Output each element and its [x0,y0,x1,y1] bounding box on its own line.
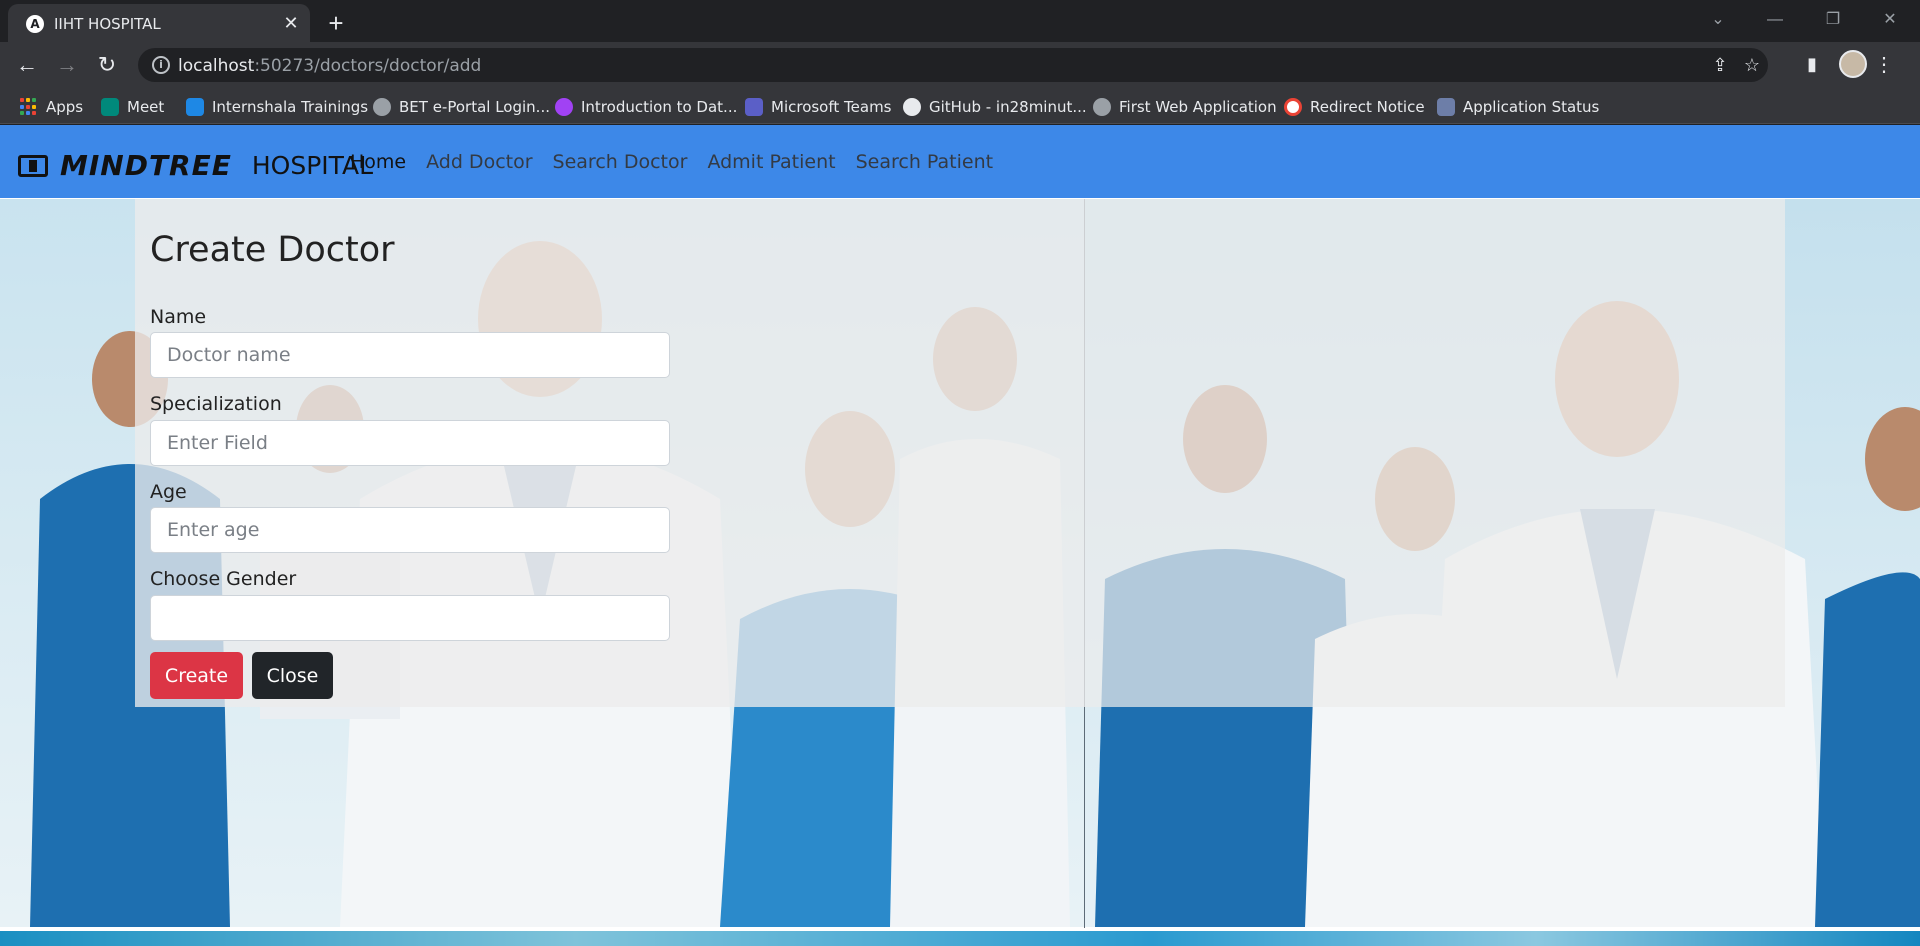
site-navbar: MINDTREE HOSPITAL Home Add Doctor Search… [0,125,1920,198]
browser-tabstrip: A IIHT HOSPITAL ✕ + ⌄ — ❐ ✕ [0,0,1920,42]
mindtree-logo-icon [18,154,48,177]
address-url[interactable]: localhost:50273/doctors/doctor/add [178,56,481,76]
bookmark-meet[interactable]: Meet [101,96,164,118]
brand-logo[interactable]: MINDTREE HOSPITAL [18,149,373,182]
meet-icon [101,98,119,116]
gender-input[interactable] [150,595,670,641]
browser-toolbar: ← → ↻ i localhost:50273/doctors/doctor/a… [0,42,1920,88]
restore-icon[interactable]: ❐ [1818,6,1848,34]
age-input[interactable] [150,507,670,553]
side-panel-icon[interactable]: ▮ [1800,52,1824,76]
reload-icon[interactable]: ↻ [93,51,121,79]
tab-close-icon[interactable]: ✕ [280,12,302,34]
tab-title: IIHT HOSPITAL [54,15,161,33]
bookmark-first-web-app[interactable]: First Web Application [1093,96,1277,118]
brand-name: MINDTREE [60,149,232,182]
new-tab-icon[interactable]: + [322,9,350,37]
bookmark-label: Application Status [1463,98,1600,116]
teams-icon [745,98,763,116]
bookmark-introduction[interactable]: Introduction to Dat... [555,96,737,118]
nav-add-doctor[interactable]: Add Doctor [426,151,532,173]
bookmark-redirect-notice[interactable]: Redirect Notice [1284,96,1425,118]
nav-links: Home Add Doctor Search Doctor Admit Pati… [350,151,993,173]
bookmark-label: Internshala Trainings [212,98,369,116]
form-panel-right [1085,199,1785,707]
tab-search-icon[interactable]: ⌄ [1703,6,1733,34]
globe-icon [1093,98,1111,116]
minimize-icon[interactable]: — [1760,6,1790,34]
building-icon [1437,98,1455,116]
menu-icon[interactable]: ⋮ [1874,51,1894,79]
url-host: localhost [178,56,255,76]
bookmark-bet-portal[interactable]: BET e-Portal Login... [373,96,550,118]
specialization-input[interactable] [150,420,670,466]
tab-favicon-icon: A [26,15,44,33]
bookmarks-bar: Apps Meet Internshala Trainings BET e-Po… [0,88,1920,124]
web-page: MINDTREE HOSPITAL Home Add Doctor Search… [0,125,1920,946]
bookmark-label: Apps [46,98,84,116]
gender-label: Choose Gender [150,568,297,590]
bookmark-teams[interactable]: Microsoft Teams [745,96,892,118]
globe-icon [373,98,391,116]
nav-home[interactable]: Home [350,151,406,173]
bookmark-label: BET e-Portal Login... [399,98,550,116]
github-icon [903,98,921,116]
specialization-label: Specialization [150,393,282,415]
bookmark-label: GitHub - in28minut... [929,98,1087,116]
age-label: Age [150,481,187,503]
bookmark-label: Meet [127,98,165,116]
apps-grid-icon [20,98,38,116]
name-label: Name [150,306,207,328]
bookmark-apps[interactable]: Apps [20,96,83,118]
doctor-name-input[interactable] [150,332,670,378]
form-title: Create Doctor [150,230,395,270]
hero-bottom-strip [0,928,1920,946]
nav-search-patient[interactable]: Search Patient [856,151,993,173]
forward-icon[interactable]: → [53,51,81,79]
nav-admit-patient[interactable]: Admit Patient [707,151,835,173]
nav-search-doctor[interactable]: Search Doctor [553,151,688,173]
bookmark-internshala[interactable]: Internshala Trainings [186,96,368,118]
address-bar[interactable]: i localhost:50273/doctors/doctor/add ⇪ ☆ [138,48,1768,82]
bookmark-github[interactable]: GitHub - in28minut... [903,96,1087,118]
course-icon [555,98,573,116]
close-button[interactable]: Close [252,652,333,699]
bookmark-label: Redirect Notice [1310,98,1425,116]
close-window-icon[interactable]: ✕ [1875,6,1905,34]
internshala-icon [186,98,204,116]
bookmark-label: Microsoft Teams [771,98,892,116]
browser-tab[interactable]: A IIHT HOSPITAL ✕ [8,4,310,42]
profile-avatar[interactable] [1839,50,1867,78]
site-info-icon[interactable]: i [152,56,170,74]
back-icon[interactable]: ← [13,51,41,79]
bookmark-star-icon[interactable]: ☆ [1740,53,1764,77]
google-icon [1284,98,1302,116]
url-path: :50273/doctors/doctor/add [254,56,482,76]
bookmark-application-status[interactable]: Application Status [1437,96,1599,118]
bookmark-label: Introduction to Dat... [581,98,738,116]
bookmark-label: First Web Application [1119,98,1277,116]
create-button[interactable]: Create [150,652,243,699]
share-icon[interactable]: ⇪ [1708,53,1732,77]
